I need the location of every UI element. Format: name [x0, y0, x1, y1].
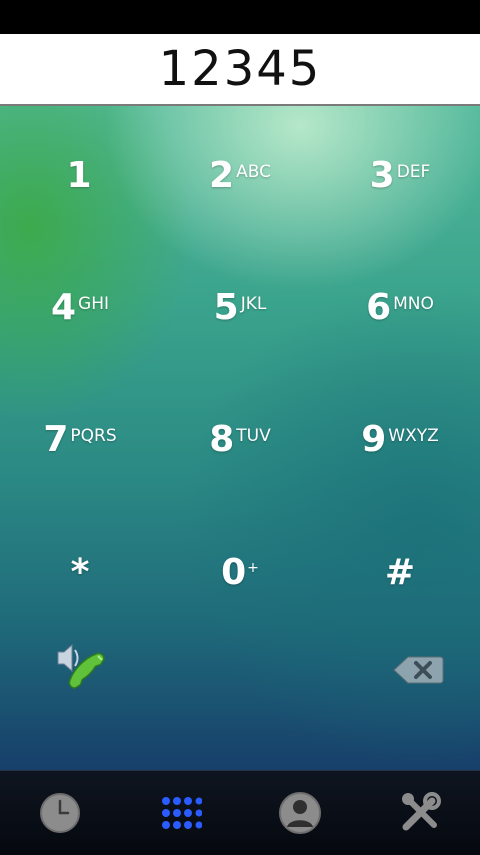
- key-digit: 0: [221, 552, 247, 593]
- key-letters: DEF: [396, 162, 431, 182]
- backspace-button[interactable]: [392, 654, 444, 686]
- key-letters: PQRS: [70, 426, 117, 446]
- contact-icon: [279, 792, 321, 834]
- clock-icon: [40, 793, 80, 833]
- key-letters: MNO: [393, 294, 434, 314]
- key-1[interactable]: 1: [0, 141, 160, 211]
- key-digit: 9: [361, 419, 387, 460]
- tab-contacts[interactable]: [240, 771, 360, 855]
- dialpad-grid-icon: [162, 797, 202, 829]
- key-letters: GHI: [78, 294, 110, 314]
- key-digit: 1: [66, 155, 92, 196]
- key-digit: 8: [209, 419, 235, 460]
- tab-settings[interactable]: [360, 771, 480, 855]
- key-letters: +: [247, 560, 259, 576]
- dialpad: 1 2 ABC 3 DEF 4 GHI 5 JKL 6 MNO 7 PQRS 8…: [0, 106, 480, 770]
- key-star[interactable]: *: [0, 538, 160, 608]
- key-letters: WXYZ: [388, 426, 439, 446]
- speaker-call-button[interactable]: [52, 636, 114, 692]
- key-digit: 5: [213, 287, 239, 328]
- key-digit: 3: [369, 155, 395, 196]
- key-letters: TUV: [236, 426, 271, 446]
- key-7[interactable]: 7 PQRS: [0, 405, 160, 475]
- status-bar: [0, 0, 480, 34]
- key-3[interactable]: 3 DEF: [320, 141, 480, 211]
- key-digit: 7: [43, 419, 69, 460]
- key-letters: ABC: [236, 162, 271, 182]
- key-5[interactable]: 5 JKL: [160, 273, 320, 343]
- speaker-phone-icon: [57, 643, 105, 689]
- key-digit: 2: [209, 155, 235, 196]
- key-0[interactable]: 0 +: [160, 538, 320, 608]
- tab-dialpad[interactable]: [120, 771, 240, 855]
- backspace-icon: [393, 656, 444, 684]
- tools-icon: [402, 792, 441, 831]
- key-8[interactable]: 8 TUV: [160, 405, 320, 475]
- key-digit: *: [70, 552, 90, 593]
- key-digit: #: [384, 552, 416, 593]
- tab-call-log[interactable]: [0, 771, 120, 855]
- key-hash[interactable]: #: [320, 538, 480, 608]
- key-2[interactable]: 2 ABC: [160, 141, 320, 211]
- key-6[interactable]: 6 MNO: [320, 273, 480, 343]
- key-digit: 4: [50, 287, 77, 328]
- key-4[interactable]: 4 GHI: [0, 273, 160, 343]
- dialed-number: 12345: [158, 41, 322, 97]
- bottom-navigation: [0, 770, 480, 855]
- key-9[interactable]: 9 WXYZ: [320, 405, 480, 475]
- key-letters: JKL: [240, 294, 267, 314]
- number-display[interactable]: 12345: [0, 34, 480, 106]
- key-digit: 6: [366, 287, 392, 328]
